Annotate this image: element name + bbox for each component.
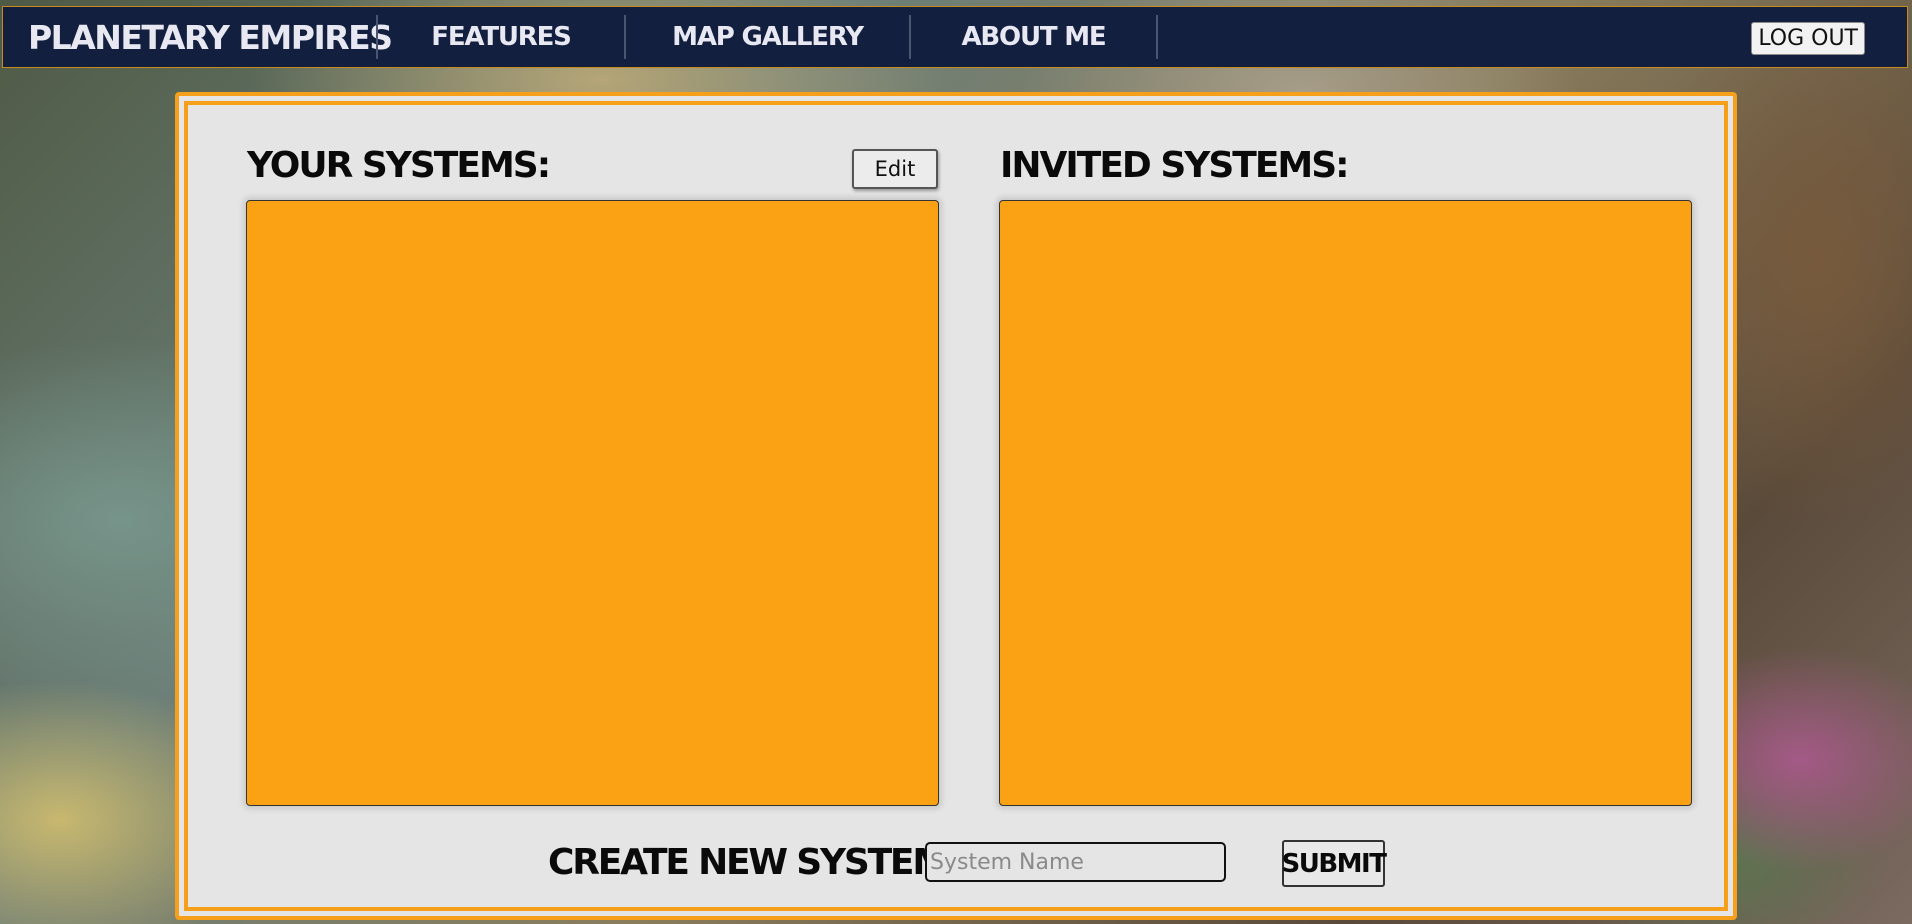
invited-systems-title: INVITED SYSTEMS:: [1000, 145, 1350, 186]
your-systems-title: YOUR SYSTEMS:: [247, 145, 551, 186]
nav-link-map-gallery[interactable]: MAP GALLERY: [626, 22, 909, 52]
create-system-label: CREATE NEW SYSTEM:: [548, 842, 960, 883]
systems-panel: YOUR SYSTEMS: Edit INVITED SYSTEMS: CREA…: [175, 92, 1737, 920]
system-name-input[interactable]: [925, 842, 1226, 882]
site-brand[interactable]: PLANETARY EMPIRES: [3, 18, 393, 57]
create-system-form: CREATE NEW SYSTEM: SUBMIT: [188, 840, 1724, 890]
top-navbar: PLANETARY EMPIRES FEATURES MAP GALLERY A…: [2, 6, 1908, 68]
nav-link-about-me[interactable]: ABOUT ME: [911, 22, 1156, 52]
invited-systems-list[interactable]: [999, 200, 1692, 806]
logout-button[interactable]: LOG OUT: [1751, 22, 1865, 55]
edit-systems-button[interactable]: Edit: [852, 149, 938, 189]
nav-divider: [1156, 15, 1158, 59]
submit-button[interactable]: SUBMIT: [1282, 840, 1387, 887]
nav-link-features[interactable]: FEATURES: [378, 22, 624, 52]
systems-panel-inner-border: YOUR SYSTEMS: Edit INVITED SYSTEMS: CREA…: [184, 101, 1728, 911]
your-systems-list[interactable]: [246, 200, 939, 806]
